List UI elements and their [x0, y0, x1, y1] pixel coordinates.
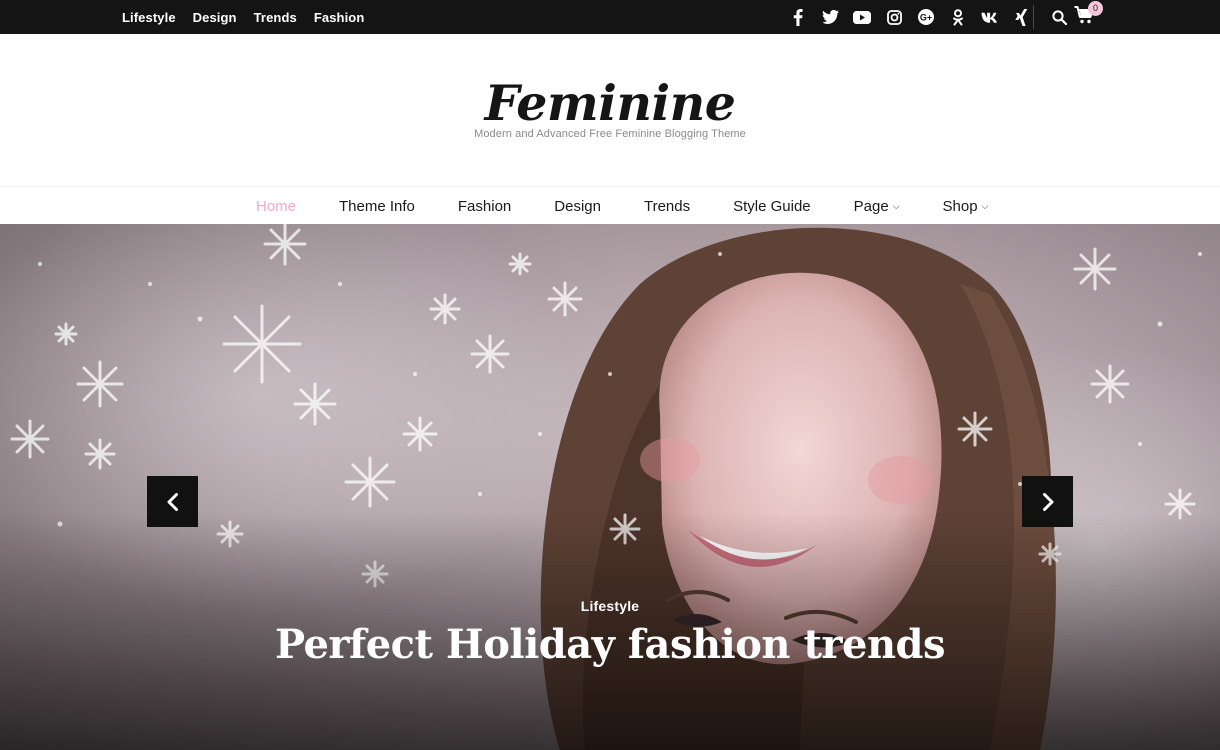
nav-item-home[interactable]: Home [256, 198, 296, 215]
top-bar: Lifestyle Design Trends Fashion G+ 0 [0, 0, 1220, 34]
chevron-down-icon: ⌵ [892, 200, 900, 211]
social-links: G+ [782, 6, 1038, 28]
topbar-divider [1033, 5, 1034, 29]
hero-slider: Lifestyle Perfect Holiday fashion trends [0, 224, 1220, 750]
google-plus-icon[interactable]: G+ [910, 6, 942, 28]
nav-item-design[interactable]: Design [554, 198, 601, 215]
site-logo[interactable]: Feminine [0, 74, 1220, 132]
main-nav: Home Theme Info Fashion Design Trends St… [0, 186, 1220, 224]
nav-item-label: Page [853, 197, 889, 215]
top-nav-trends[interactable]: Trends [254, 10, 297, 25]
slide-category[interactable]: Lifestyle [0, 598, 1220, 614]
top-nav-fashion[interactable]: Fashion [314, 10, 365, 25]
svg-text:G+: G+ [920, 13, 932, 23]
vk-icon[interactable] [974, 6, 1006, 28]
search-icon[interactable] [1049, 7, 1069, 27]
nav-item-style-guide[interactable]: Style Guide [733, 198, 811, 215]
top-nav-lifestyle[interactable]: Lifestyle [122, 10, 176, 25]
nav-item-shop[interactable]: Shop ⌵ [943, 198, 989, 215]
slide-title[interactable]: Perfect Holiday fashion trends [0, 620, 1220, 670]
cart-count-badge: 0 [1088, 1, 1103, 16]
top-nav: Lifestyle Design Trends Fashion [122, 0, 364, 34]
youtube-icon[interactable] [846, 6, 878, 28]
slider-prev-button[interactable] [147, 476, 198, 527]
chevron-right-icon [1042, 492, 1053, 511]
slide-caption: Lifestyle Perfect Holiday fashion trends [0, 598, 1220, 670]
nav-item-label: Trends [643, 197, 691, 215]
nav-item-label: Design [554, 197, 601, 215]
nav-item-trends[interactable]: Trends [644, 198, 690, 215]
nav-item-fashion[interactable]: Fashion [458, 198, 511, 215]
chevron-left-icon [167, 492, 178, 511]
facebook-icon[interactable] [782, 6, 814, 28]
nav-item-label: Theme Info [339, 197, 415, 215]
site-header: Feminine Modern and Advanced Free Femini… [0, 34, 1220, 186]
instagram-icon[interactable] [878, 6, 910, 28]
twitter-icon[interactable] [814, 6, 846, 28]
nav-item-label: Style Guide [733, 197, 811, 215]
slider-next-button[interactable] [1022, 476, 1073, 527]
odnoklassniki-icon[interactable] [942, 6, 974, 28]
nav-item-label: Home [256, 197, 297, 215]
nav-item-label: Fashion [457, 197, 512, 215]
top-nav-design[interactable]: Design [193, 10, 237, 25]
site-tagline: Modern and Advanced Free Feminine Bloggi… [474, 128, 746, 140]
nav-item-label: Shop [942, 197, 978, 215]
nav-item-page[interactable]: Page ⌵ [854, 198, 900, 215]
chevron-down-icon: ⌵ [981, 200, 989, 211]
nav-item-theme-info[interactable]: Theme Info [339, 198, 415, 215]
